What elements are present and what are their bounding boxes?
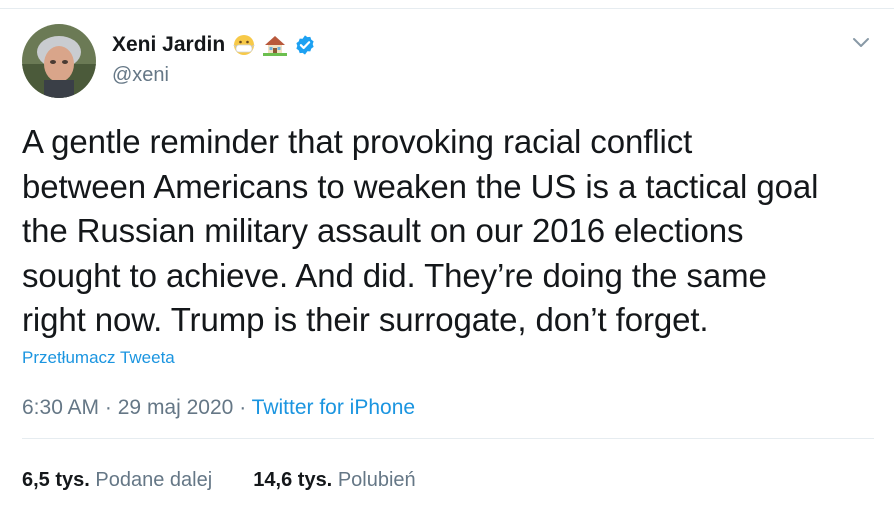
author-handle[interactable]: @xeni <box>112 64 169 87</box>
house-emoji <box>263 34 288 56</box>
meta-separator: · <box>239 396 247 419</box>
tweet-time[interactable]: 6:30 AM <box>22 396 99 419</box>
tweet-text-line: between Americans to weaken the US is a … <box>22 167 819 205</box>
retweets-count: 6,5 tys. <box>22 469 90 491</box>
tweet-stats: 6,5 tys. Podane dalej 14,6 tys. Polubień <box>22 469 416 492</box>
translate-tweet-link[interactable]: Przetłumacz Tweeta <box>22 348 175 368</box>
avatar[interactable] <box>22 24 96 98</box>
tweet-text-line: A gentle reminder that provoking racial … <box>22 123 693 160</box>
tweet-text-line: right now. Trump is their surrogate, don… <box>22 301 709 338</box>
tweet-text-line: the Russian military assault on our 2016… <box>22 212 744 249</box>
retweets-stat[interactable]: 6,5 tys. Podane dalej <box>22 469 218 491</box>
likes-count: 14,6 tys. <box>253 469 333 491</box>
likes-label: Polubień <box>337 469 416 491</box>
tweet-source-link[interactable]: Twitter for iPhone <box>252 396 415 419</box>
tweet-text: A gentle reminder that provoking racial … <box>22 120 882 343</box>
tweet-text-line: sought to achieve. And did. They’re doin… <box>22 256 767 294</box>
stats-divider <box>22 438 874 439</box>
author-name-row: Xeni Jardin <box>112 31 316 59</box>
tweet-date[interactable]: 29 maj 2020 <box>118 396 234 419</box>
likes-stat[interactable]: 14,6 tys. Polubień <box>253 469 415 491</box>
retweets-label: Podane dalej <box>95 469 213 491</box>
meta-separator: · <box>104 396 112 419</box>
top-divider <box>0 8 894 9</box>
author-display-name[interactable]: Xeni Jardin <box>112 33 225 57</box>
mask-face-emoji <box>232 34 256 56</box>
chevron-down-icon[interactable] <box>849 32 873 52</box>
tweet-meta: 6:30 AM · 29 maj 2020 · Twitter for iPho… <box>22 396 415 420</box>
verified-badge-icon <box>294 34 316 56</box>
